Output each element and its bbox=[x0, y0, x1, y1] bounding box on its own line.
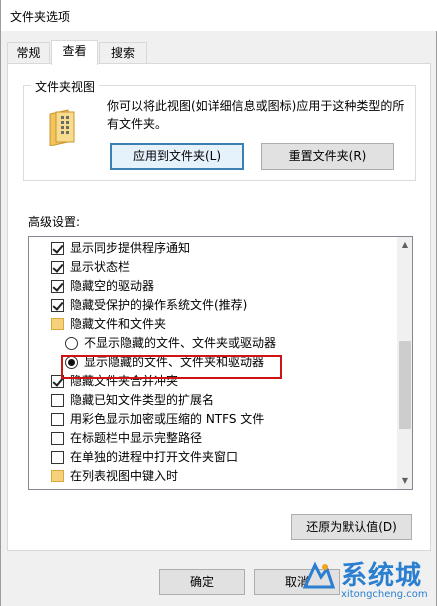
setting-row[interactable]: 在标题栏中显示完整路径 bbox=[29, 429, 397, 448]
folder-view-description: 你可以将此视图(如详细信息或图标)应用于这种类型的所有文件夹。 bbox=[107, 99, 405, 131]
setting-label: 不显示隐藏的文件、文件夹或驱动器 bbox=[84, 336, 277, 350]
scroll-up-icon[interactable]: ▲ bbox=[397, 237, 412, 253]
ok-button[interactable]: 确定 bbox=[159, 569, 245, 595]
scroll-thumb[interactable] bbox=[399, 341, 411, 429]
advanced-settings-label: 高级设置: bbox=[28, 215, 81, 229]
folder-icon bbox=[51, 470, 64, 482]
setting-checkbox[interactable] bbox=[51, 242, 64, 255]
setting-checkbox[interactable] bbox=[51, 261, 64, 274]
watermark: 系统城 xitongcheng.com bbox=[301, 555, 437, 606]
setting-checkbox[interactable] bbox=[51, 394, 64, 407]
tab-search[interactable]: 搜索 bbox=[99, 42, 147, 64]
scroll-down-icon[interactable]: ▼ bbox=[397, 473, 412, 489]
setting-row[interactable]: 在列表视图中键入时 bbox=[29, 467, 397, 486]
setting-checkbox[interactable] bbox=[51, 451, 64, 464]
setting-row[interactable]: 在单独的进程中打开文件夹窗口 bbox=[29, 448, 397, 467]
setting-checkbox[interactable] bbox=[51, 280, 64, 293]
apply-to-folders-button[interactable]: 应用到文件夹(L) bbox=[110, 143, 244, 170]
folder-view-title: 文件夹视图 bbox=[31, 78, 100, 95]
folder-options-dialog: 文件夹选项 常规 查看 搜索 文件夹视图 你可以将此视图(如详细信息或图标)应用… bbox=[0, 0, 437, 606]
setting-row[interactable]: 显示同步提供程序通知 bbox=[29, 239, 397, 258]
setting-checkbox[interactable] bbox=[51, 299, 64, 312]
vertical-scrollbar[interactable]: ▲ ▼ bbox=[397, 237, 412, 489]
setting-row[interactable]: 隐藏文件和文件夹 bbox=[29, 315, 397, 334]
red-highlight-box bbox=[61, 355, 282, 379]
setting-row[interactable]: 隐藏受保护的操作系统文件(推荐) bbox=[29, 296, 397, 315]
watermark-logo-icon bbox=[302, 561, 336, 589]
setting-row[interactable]: 不显示隐藏的文件、文件夹或驱动器 bbox=[29, 334, 397, 353]
setting-label: 在单独的进程中打开文件夹窗口 bbox=[70, 450, 239, 464]
watermark-url: xitongcheng.com bbox=[341, 589, 428, 600]
setting-row[interactable]: 隐藏空的驱动器 bbox=[29, 277, 397, 296]
setting-row[interactable]: 显示状态栏 bbox=[29, 258, 397, 277]
setting-label: 隐藏已知文件类型的扩展名 bbox=[70, 393, 215, 407]
restore-defaults-button[interactable]: 还原为默认值(D) bbox=[291, 514, 412, 540]
folder-view-icon bbox=[49, 109, 75, 146]
setting-radio[interactable] bbox=[65, 337, 78, 350]
setting-label: 显示同步提供程序通知 bbox=[70, 241, 191, 255]
window-title: 文件夹选项 bbox=[10, 10, 71, 24]
setting-row[interactable]: 用彩色显示加密或压缩的 NTFS 文件 bbox=[29, 410, 397, 429]
setting-checkbox[interactable] bbox=[51, 432, 64, 445]
setting-label: 在列表视图中键入时 bbox=[70, 469, 179, 483]
tab-general[interactable]: 常规 bbox=[7, 42, 50, 64]
reset-folders-button[interactable]: 重置文件夹(R) bbox=[261, 143, 394, 170]
setting-label: 隐藏空的驱动器 bbox=[70, 279, 155, 293]
setting-checkbox[interactable] bbox=[51, 413, 64, 426]
setting-label: 显示状态栏 bbox=[70, 260, 131, 274]
setting-row[interactable]: 隐藏已知文件类型的扩展名 bbox=[29, 391, 397, 410]
tab-view[interactable]: 查看 bbox=[51, 40, 98, 65]
folder-icon bbox=[51, 318, 64, 330]
setting-label: 隐藏受保护的操作系统文件(推荐) bbox=[70, 298, 248, 312]
setting-label: 用彩色显示加密或压缩的 NTFS 文件 bbox=[70, 412, 265, 426]
title-bar[interactable]: 文件夹选项 bbox=[1, 0, 437, 31]
setting-label: 隐藏文件和文件夹 bbox=[70, 317, 167, 331]
setting-label: 在标题栏中显示完整路径 bbox=[70, 431, 203, 445]
watermark-name: 系统城 bbox=[341, 561, 423, 591]
